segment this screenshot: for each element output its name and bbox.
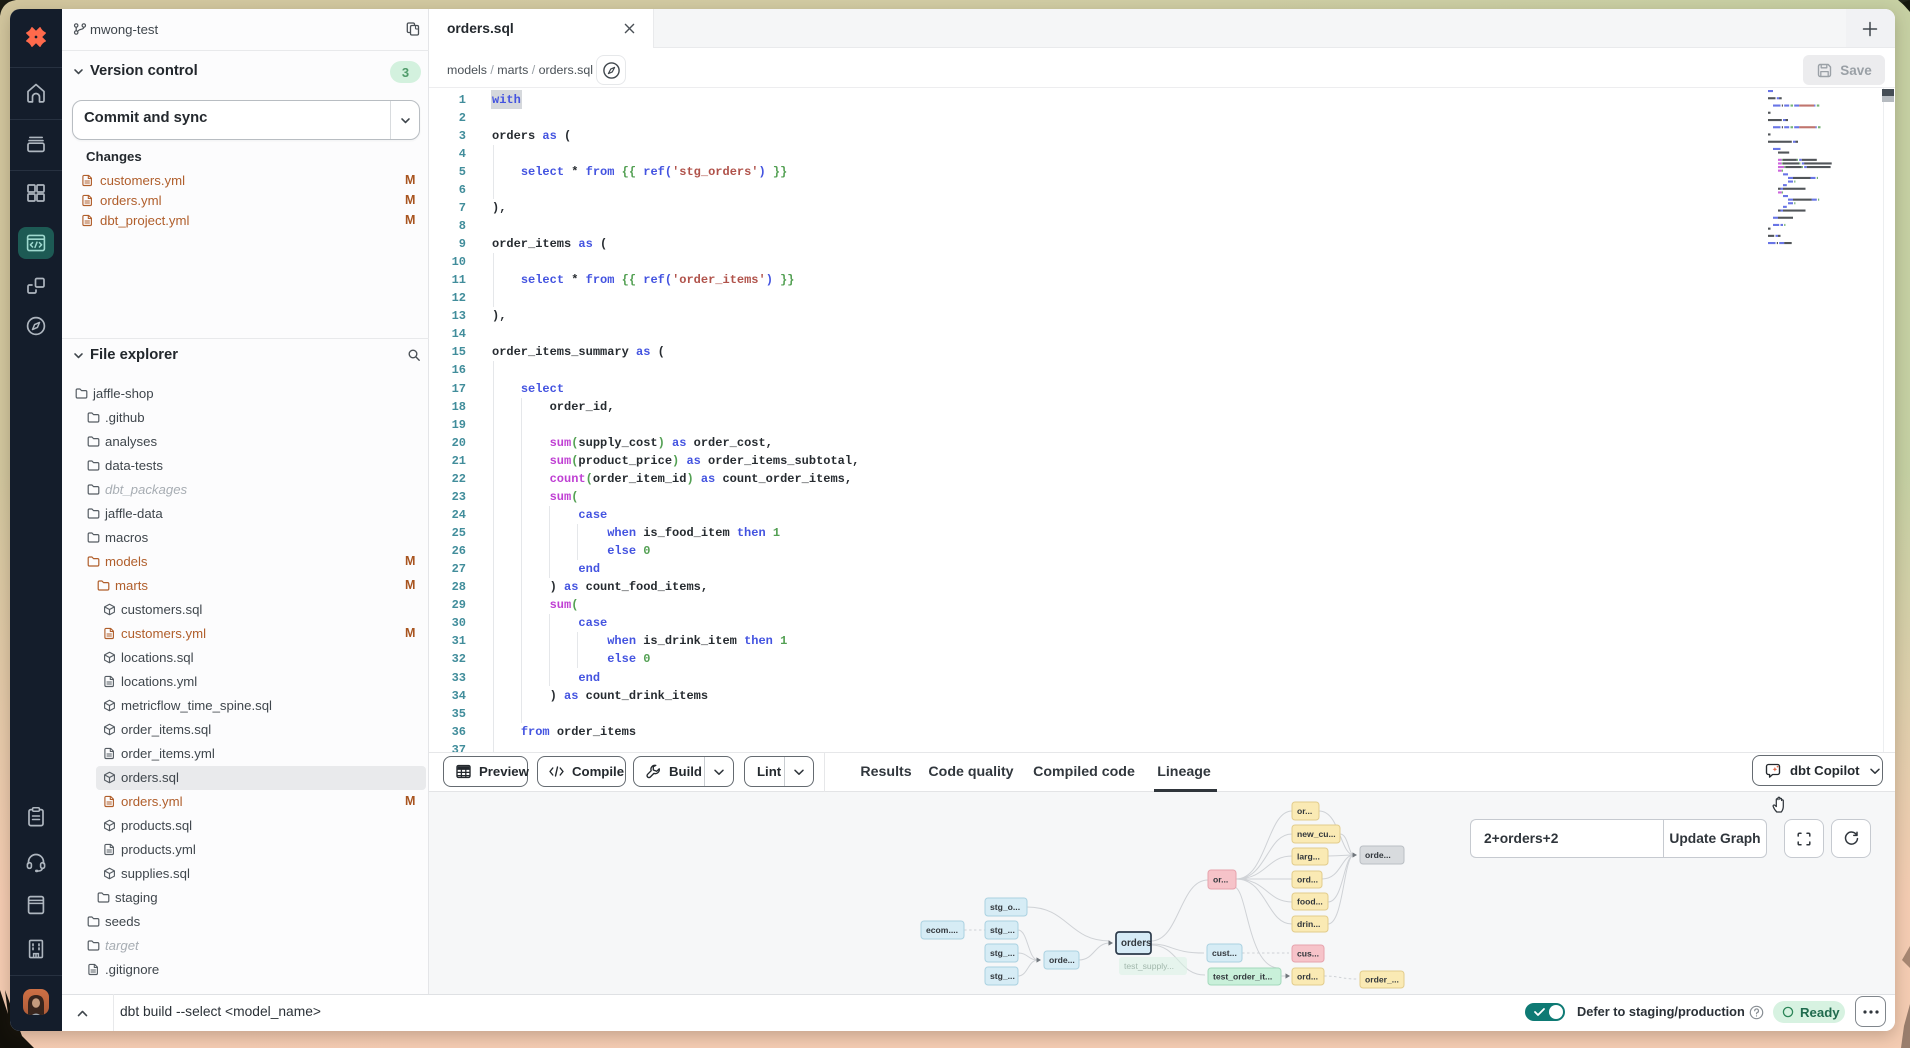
svg-text:ecom....: ecom.... bbox=[926, 925, 958, 935]
svg-text:cus...: cus... bbox=[1297, 949, 1319, 959]
svg-text:food...: food... bbox=[1297, 897, 1323, 907]
svg-text:orders: orders bbox=[1121, 938, 1152, 949]
svg-text:or...: or... bbox=[1213, 875, 1228, 885]
svg-text:larg...: larg... bbox=[1297, 852, 1320, 862]
svg-text:stg_...: stg_... bbox=[990, 948, 1015, 958]
svg-text:stg_...: stg_... bbox=[990, 971, 1015, 981]
svg-text:ord...: ord... bbox=[1297, 875, 1318, 885]
svg-text:cust...: cust... bbox=[1212, 948, 1237, 958]
svg-text:stg_...: stg_... bbox=[990, 925, 1015, 935]
svg-text:order_...: order_... bbox=[1365, 975, 1399, 985]
svg-text:orde...: orde... bbox=[1049, 955, 1075, 965]
svg-text:or...: or... bbox=[1297, 806, 1312, 816]
svg-text:test_order_it...: test_order_it... bbox=[1213, 972, 1272, 982]
svg-text:ord...: ord... bbox=[1297, 972, 1318, 982]
svg-text:drin...: drin... bbox=[1297, 919, 1320, 929]
svg-text:orde...: orde... bbox=[1365, 850, 1391, 860]
svg-text:new_cu...: new_cu... bbox=[1297, 829, 1336, 839]
svg-text:test_supply...: test_supply... bbox=[1124, 961, 1174, 971]
svg-text:stg_o...: stg_o... bbox=[990, 902, 1020, 912]
